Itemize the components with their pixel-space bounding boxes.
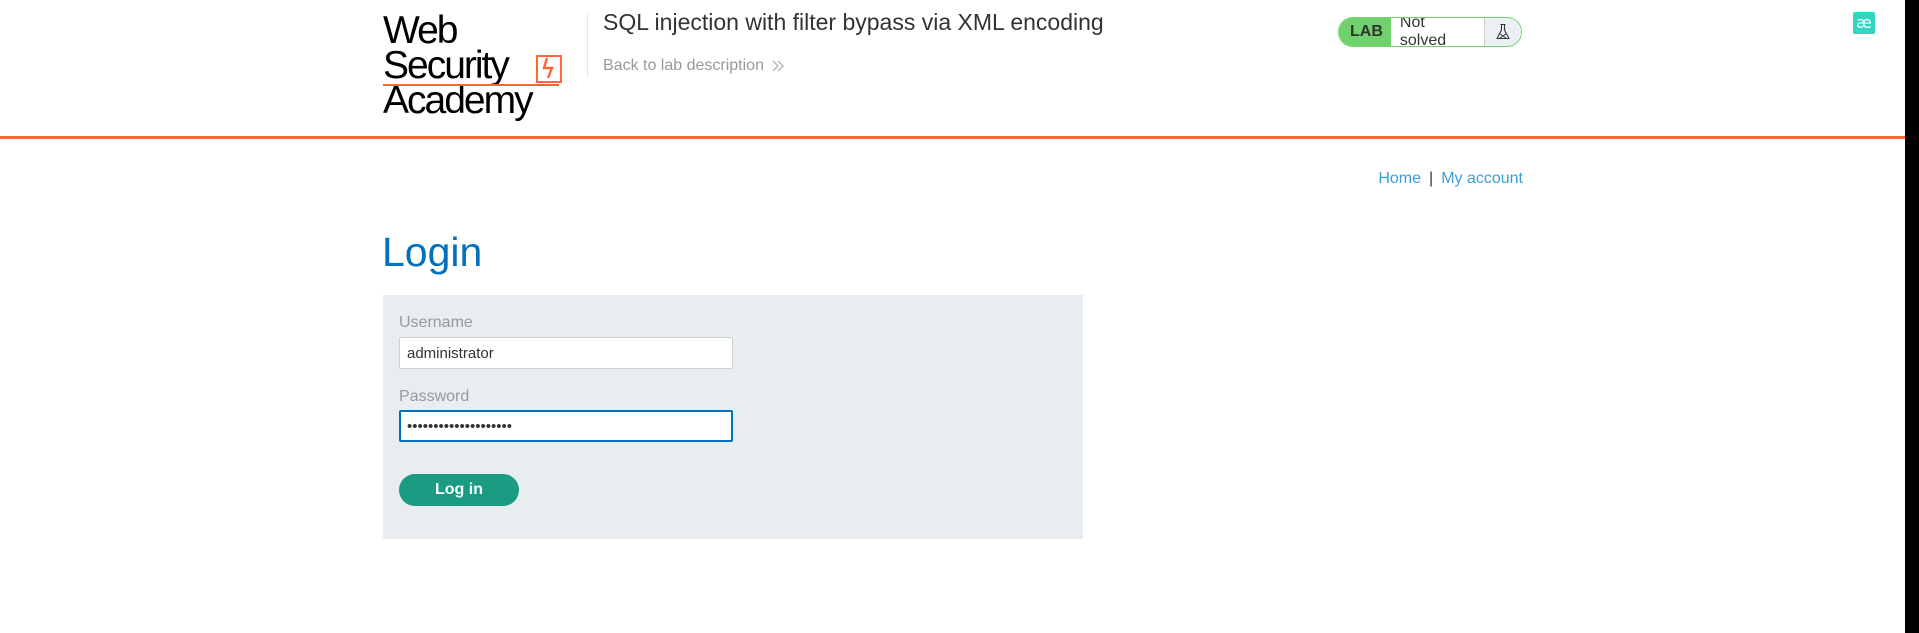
academy-header: Web Security Academy SQL injection with …	[0, 0, 1905, 139]
lab-status-widget: LAB Not solved	[1338, 17, 1522, 47]
password-label: Password	[399, 388, 470, 405]
page-title: Login	[382, 229, 483, 275]
username-label: Username	[399, 314, 473, 331]
lab-badge: LAB	[1339, 18, 1391, 46]
back-link-label: Back to lab description	[603, 57, 764, 74]
back-to-lab-description-link[interactable]: Back to lab description	[603, 57, 785, 75]
logo-underline	[383, 84, 559, 86]
lab-title: SQL injection with filter bypass via XML…	[603, 9, 1104, 35]
lightning-bolt-icon	[536, 55, 562, 83]
password-input[interactable]	[399, 410, 733, 442]
home-link[interactable]: Home	[1378, 170, 1421, 187]
nav-separator: |	[1429, 170, 1434, 187]
double-chevron-right-icon	[772, 60, 785, 72]
header-divider	[587, 14, 588, 78]
lab-status-text: Not solved	[1390, 18, 1484, 46]
browser-viewport: æ Web Security Academy SQL injection wit…	[0, 0, 1905, 633]
web-security-academy-logo[interactable]: Web Security Academy	[383, 11, 583, 120]
logo-line-2: Academy	[383, 79, 534, 122]
my-account-link[interactable]: My account	[1441, 170, 1523, 187]
top-navigation: Home | My account	[1378, 170, 1523, 188]
username-input[interactable]	[399, 337, 733, 369]
log-in-button[interactable]: Log in	[399, 474, 519, 506]
flask-icon	[1484, 18, 1521, 46]
login-form: Username Password Log in	[383, 295, 1083, 539]
